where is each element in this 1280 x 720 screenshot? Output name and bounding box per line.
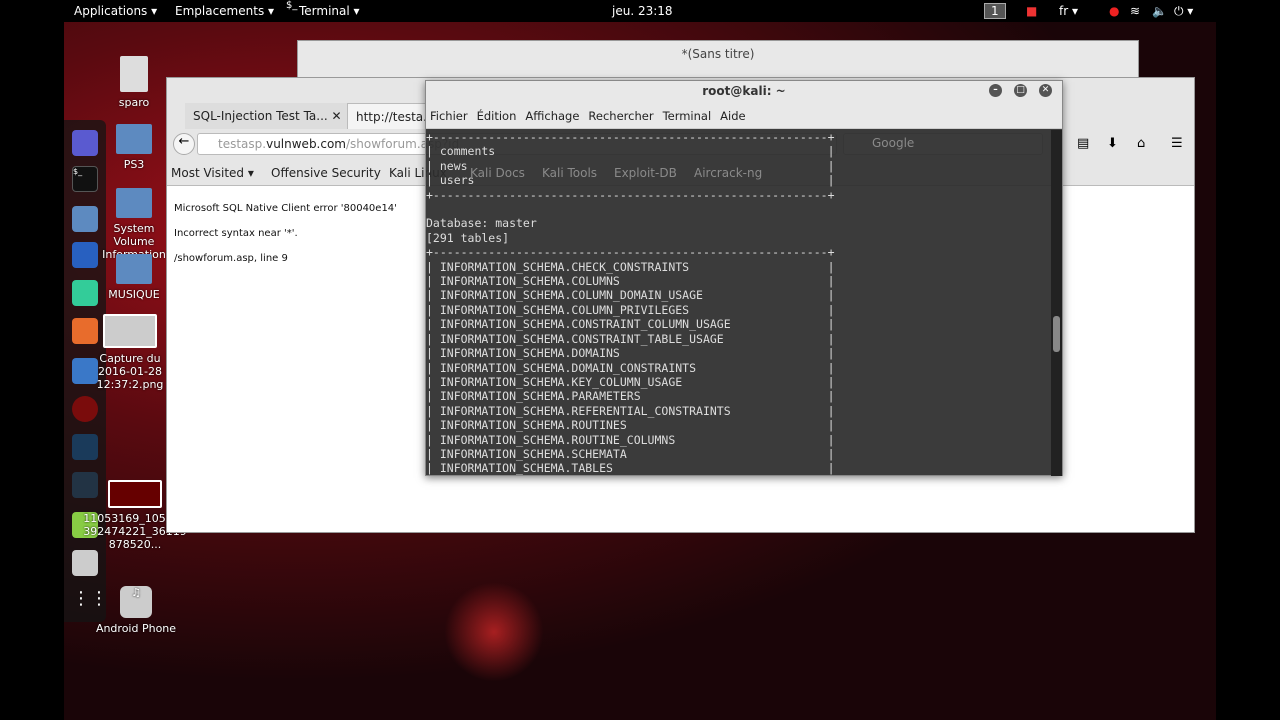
menu-affichage[interactable]: Affichage <box>525 109 579 123</box>
bookmarks-icon[interactable]: ▤ <box>1077 136 1089 151</box>
language-selector[interactable]: fr ▾ <box>1059 4 1078 18</box>
radio-icon[interactable] <box>72 550 98 576</box>
icon-label: sparo <box>118 96 150 109</box>
close-button[interactable]: ✕ <box>1039 84 1052 97</box>
bookmark-kali-tools[interactable]: Kali Tools <box>542 166 597 180</box>
scrollbar-thumb[interactable] <box>1053 316 1060 352</box>
terminal-titlebar[interactable]: root@kali: ~ – □ ✕ <box>426 81 1062 103</box>
terminal-icon: $_ <box>286 0 298 11</box>
tab-sql-injection[interactable]: SQL-Injection Test Ta... ✕ <box>185 103 350 129</box>
terminal-title: root@kali: ~ <box>702 84 786 98</box>
url-domain: vulnweb.com <box>266 137 346 151</box>
bookmark-exploit-db[interactable]: Exploit-DB <box>614 166 677 180</box>
terminal-window[interactable]: root@kali: ~ – □ ✕ Fichier Édition Affic… <box>425 80 1063 476</box>
faraday-icon[interactable] <box>72 396 98 422</box>
workspace-indicator[interactable]: 1 <box>984 3 1006 19</box>
close-icon[interactable]: ✕ <box>332 109 342 123</box>
terminal-menubar: Fichier Édition Affichage Rechercher Ter… <box>426 103 1062 129</box>
clock[interactable]: jeu. 23:18 <box>612 4 673 18</box>
terminal-app-menu[interactable]: Terminal ▾ <box>299 4 360 18</box>
back-button[interactable]: ← <box>173 133 195 155</box>
desktop-icon-capture[interactable]: Capture du 2016-01-28 12:37:2.png <box>88 314 172 391</box>
desktop-icon-sparo[interactable]: sparo <box>104 56 164 109</box>
letterbox-left <box>0 0 64 720</box>
menu-edition[interactable]: Édition <box>477 109 517 123</box>
terminal-output[interactable]: +---------------------------------------… <box>426 130 1052 476</box>
app-icon-pidgin[interactable] <box>72 130 98 156</box>
bookmark-offensive-security[interactable]: Offensive Security <box>271 166 381 180</box>
icon-label: PS3 <box>123 158 145 171</box>
error-message: Microsoft SQL Native Client error '80040… <box>174 203 397 214</box>
bookmark-aircrack-ng[interactable]: Aircrack-ng <box>694 166 762 180</box>
terminal-scrollbar[interactable] <box>1051 130 1062 476</box>
letterbox-right <box>1216 0 1280 720</box>
download-icon[interactable]: ⬇ <box>1107 136 1118 151</box>
maximize-button[interactable]: □ <box>1014 84 1027 97</box>
top-panel: Applications ▾ Emplacements ▾ $_ Termina… <box>64 0 1216 22</box>
minimize-button[interactable]: – <box>989 84 1002 97</box>
desktop-icon-android-phone[interactable]: ♫ Android Phone <box>94 586 178 635</box>
error-detail: Incorrect syntax near '*'. <box>174 228 298 239</box>
menu-icon[interactable]: ☰ <box>1171 136 1183 151</box>
icon-label: Capture du 2016-01-28 12:37:2.png <box>96 352 164 391</box>
menu-terminal[interactable]: Terminal <box>663 109 712 123</box>
desktop-icon-ps3[interactable]: PS3 <box>104 124 164 171</box>
url-host: testasp. <box>218 137 267 151</box>
desktop-icon-system-volume[interactable]: System Volume Information <box>92 188 176 261</box>
error-location: /showforum.asp, line 9 <box>174 253 288 264</box>
tab-label: SQL-Injection Test Ta... <box>193 109 328 123</box>
search-placeholder[interactable]: Google <box>872 136 914 150</box>
maltego-icon[interactable] <box>72 434 98 460</box>
icon-label: MUSIQUE <box>108 288 160 301</box>
home-icon[interactable]: ⌂ <box>1137 136 1145 151</box>
desktop-icon-musique[interactable]: MUSIQUE <box>104 254 164 301</box>
icon-label: Android Phone <box>95 622 177 635</box>
menu-rechercher[interactable]: Rechercher <box>588 109 653 123</box>
gedit-title: *(Sans titre) <box>681 47 755 61</box>
armitage-icon[interactable] <box>72 280 98 306</box>
volume-icon[interactable]: 🔈 <box>1152 4 1167 18</box>
menu-fichier[interactable]: Fichier <box>430 109 468 123</box>
bookmark-most-visited[interactable]: Most Visited ▾ <box>171 166 254 180</box>
power-icon[interactable]: ⏻ ▾ <box>1174 4 1193 19</box>
notification-icon[interactable]: ■ <box>1026 4 1037 18</box>
applications-menu[interactable]: Applications ▾ <box>74 4 157 18</box>
wifi-icon[interactable]: ≋ <box>1130 4 1140 18</box>
tab-label: http://testa... <box>356 110 435 124</box>
places-menu[interactable]: Emplacements ▾ <box>175 4 274 18</box>
menu-aide[interactable]: Aide <box>720 109 745 123</box>
record-icon: ● <box>1109 4 1120 18</box>
bookmark-kali-docs[interactable]: Kali Docs <box>470 166 525 180</box>
